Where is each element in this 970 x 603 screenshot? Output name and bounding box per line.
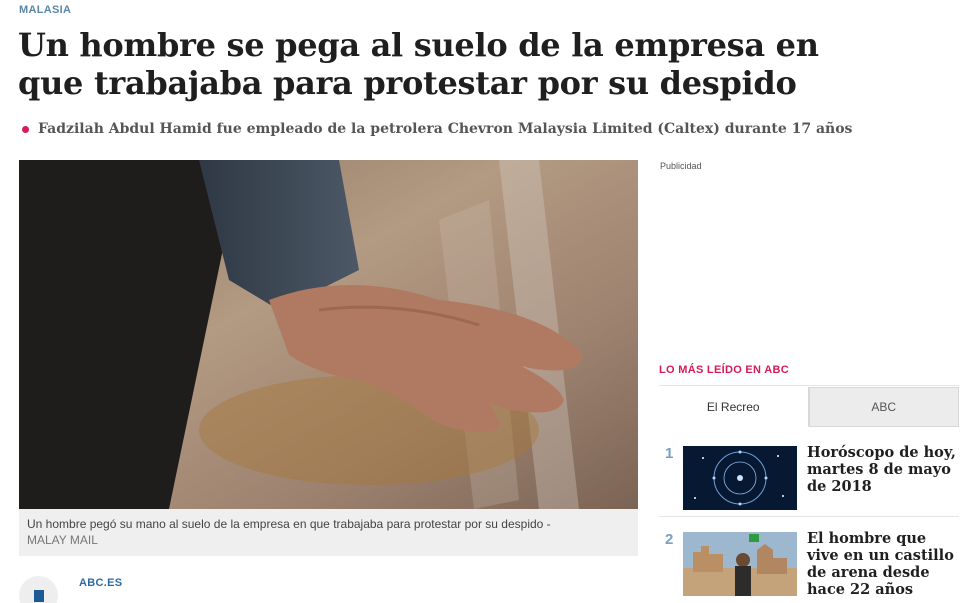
section-tag[interactable]: MALASIA — [19, 4, 71, 16]
subheadline: Fadzilah Abdul Hamid fue empleado de la … — [22, 121, 852, 137]
tab-el-recreo[interactable]: El Recreo — [659, 387, 809, 427]
bullet-icon — [22, 125, 29, 133]
photo-illustration — [19, 160, 638, 509]
item-rank: 2 — [665, 531, 674, 548]
photo-credit: MALAY MAIL — [27, 533, 98, 547]
sand-castle-icon — [683, 532, 797, 596]
subheadline-text: Fadzilah Abdul Hamid fue empleado de la … — [38, 121, 853, 137]
most-read-title: LO MÁS LEÍDO EN ABC — [659, 364, 789, 376]
page-title: Un hombre se pega al suelo de la empresa… — [18, 26, 819, 102]
zodiac-wheel-icon — [683, 446, 797, 510]
item-title[interactable]: Horóscopo de hoy, martes 8 de mayo de 20… — [807, 444, 962, 495]
zodiac-thumbnail[interactable] — [683, 446, 797, 510]
author-avatar[interactable] — [19, 576, 58, 603]
tab-abc[interactable]: ABC — [808, 387, 959, 427]
most-read-tabs: El Recreo ABC — [659, 387, 959, 427]
item-title[interactable]: El hombre que vive en un castillo de are… — [807, 530, 962, 598]
article-photo[interactable] — [19, 160, 638, 509]
author-link[interactable]: ABC.ES — [79, 577, 122, 589]
caption-text: Un hombre pegó su mano al suelo de la em… — [27, 517, 551, 531]
item-rank: 1 — [665, 445, 674, 462]
divider — [659, 385, 959, 386]
ad-label: Publicidad — [660, 161, 702, 171]
photo-caption: Un hombre pegó su mano al suelo de la em… — [19, 509, 638, 556]
bookmark-icon — [34, 590, 44, 602]
divider — [659, 516, 959, 517]
sand-castle-thumbnail[interactable] — [683, 532, 797, 596]
